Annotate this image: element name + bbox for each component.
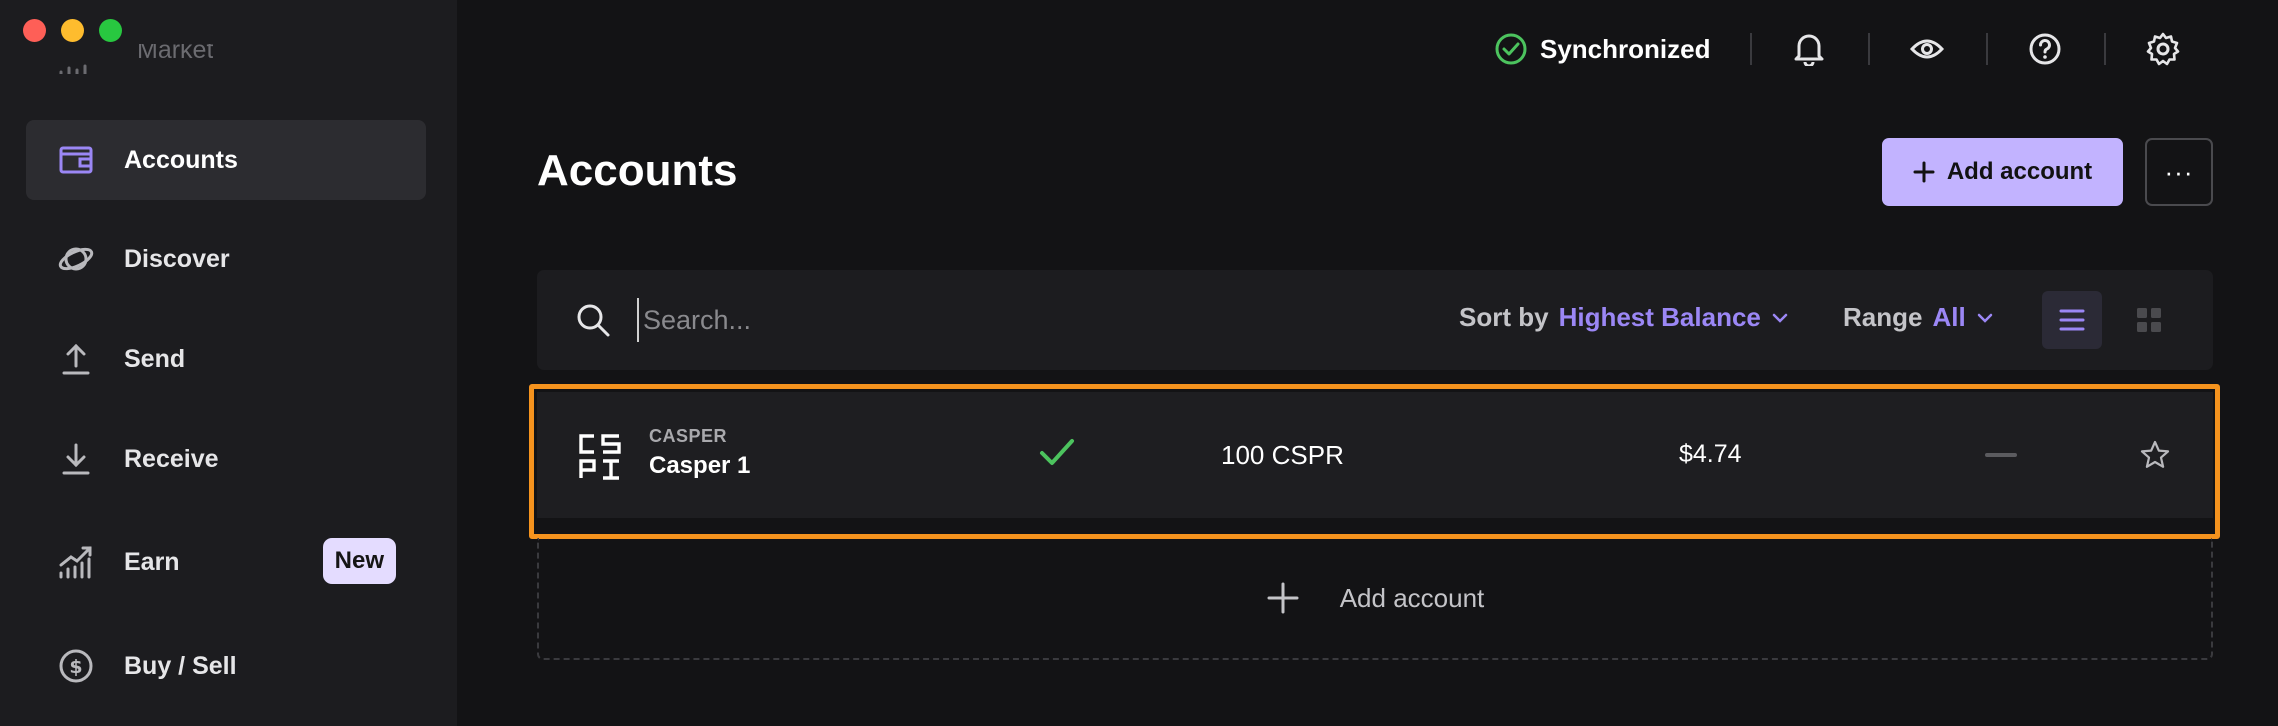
chevron-down-icon	[1772, 313, 1788, 323]
add-account-label: Add account	[1946, 158, 2093, 185]
dollar-circle-icon: $	[56, 646, 96, 686]
upload-icon	[56, 339, 96, 379]
bell-icon	[1794, 34, 1824, 66]
help-button[interactable]	[2028, 32, 2062, 66]
more-icon: ···	[2164, 156, 2194, 187]
sync-status-label: Synchronized	[1540, 33, 1711, 64]
add-account-row-label: Add account	[1339, 582, 1485, 613]
divider	[1986, 33, 1988, 65]
sort-dropdown[interactable]: Sort by Highest Balance	[1459, 302, 1789, 333]
sidebar-item-label: Send	[124, 344, 186, 373]
plus-icon	[1267, 582, 1299, 614]
plus-icon	[1913, 161, 1935, 183]
sidebar-item-label: Buy / Sell	[124, 651, 237, 680]
grid-icon	[2137, 308, 2161, 332]
close-window-button[interactable]	[23, 19, 46, 42]
new-badge: New	[322, 538, 396, 584]
sidebar-item-discover[interactable]: Discover	[26, 219, 426, 299]
sidebar-item-buy-sell[interactable]: $ Buy / Sell	[26, 626, 426, 706]
sidebar-item-receive[interactable]: Receive	[26, 419, 426, 499]
range-value: All	[1932, 302, 1966, 332]
grid-view-button[interactable]	[2124, 291, 2174, 349]
range-dropdown[interactable]: Range All	[1843, 302, 1994, 333]
page-title: Accounts	[537, 146, 738, 195]
sidebar-item-accounts[interactable]: Accounts	[26, 120, 426, 200]
settings-button[interactable]	[2146, 32, 2180, 66]
accounts-toolbar: Sort by Highest Balance Range All	[537, 270, 2213, 370]
sidebar-item-label: Receive	[124, 444, 219, 473]
minimize-window-button[interactable]	[61, 19, 84, 42]
search-input[interactable]	[637, 298, 1237, 342]
sidebar: Market Accounts Discover Send Receive Ea…	[0, 0, 457, 726]
search-icon	[577, 304, 610, 337]
notifications-button[interactable]	[1792, 32, 1826, 66]
add-account-row[interactable]: Add account	[537, 538, 2213, 660]
chevron-down-icon	[1977, 313, 1992, 323]
gear-icon	[2146, 32, 2180, 66]
selected-account-highlight	[529, 384, 2220, 539]
list-view-button[interactable]	[2042, 291, 2102, 349]
planet-icon	[56, 239, 96, 279]
check-circle-icon	[1495, 33, 1527, 65]
sidebar-item-label: Market	[137, 44, 214, 64]
top-bar: Synchronized	[457, 0, 2278, 100]
growth-icon	[56, 542, 96, 582]
window-controls	[23, 19, 122, 42]
divider	[1750, 33, 1752, 65]
sort-label: Sort by	[1459, 302, 1549, 332]
help-icon	[2029, 33, 2061, 65]
sidebar-item-market[interactable]: Market	[55, 44, 213, 74]
range-label: Range	[1843, 302, 1923, 332]
sort-value: Highest Balance	[1558, 302, 1761, 332]
sidebar-item-earn[interactable]: Earn New	[26, 522, 426, 602]
divider	[1868, 33, 1870, 65]
chart-icon	[59, 64, 87, 74]
sidebar-item-label: Discover	[124, 244, 230, 273]
sidebar-item-send[interactable]: Send	[26, 319, 426, 399]
add-account-button[interactable]: Add account	[1882, 138, 2123, 206]
sync-status[interactable]: Synchronized	[1494, 32, 1710, 66]
list-icon	[2059, 309, 2085, 331]
app-window: Market Accounts Discover Send Receive Ea…	[0, 0, 2278, 726]
discreet-mode-button[interactable]	[1910, 32, 1944, 66]
download-icon	[56, 439, 96, 479]
svg-text:$: $	[69, 656, 82, 678]
more-options-button[interactable]: ···	[2145, 138, 2213, 206]
maximize-window-button[interactable]	[99, 19, 122, 42]
sidebar-item-label: Accounts	[124, 145, 238, 174]
wallet-icon	[56, 140, 96, 180]
sidebar-item-label: Earn	[124, 547, 180, 576]
eye-icon	[1910, 39, 1944, 59]
divider	[2104, 33, 2106, 65]
